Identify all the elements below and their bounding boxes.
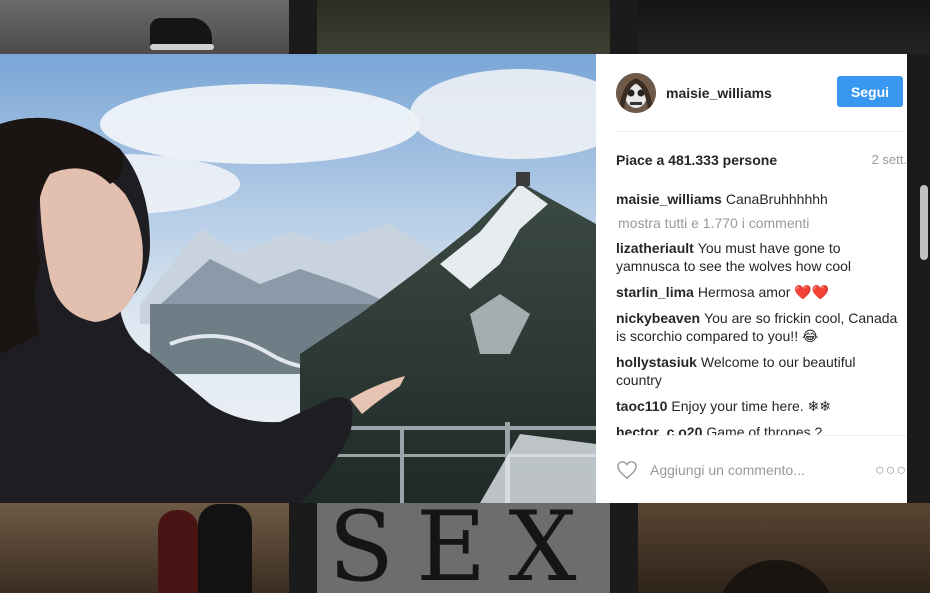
avatar-image [616,72,656,113]
post-header: maisie_williams Segui [616,54,903,132]
comment-username[interactable]: maisie_williams [616,191,722,207]
post-photo-illustration [0,54,596,503]
post-photo[interactable] [0,54,596,503]
post-modal: maisie_williams Segui Piace a 481.333 pe… [0,54,907,503]
comment-text: Game of thrones ? [706,424,823,435]
comment-username[interactable]: taoc110 [616,398,667,414]
comment-username[interactable]: lizatheriault [616,240,694,256]
comment-username[interactable]: nickybeaven [616,310,700,326]
comment-item: starlin_lima Hermosa amor ❤️❤️ [616,283,899,301]
comment-item: hector_c.o20 Game of thrones ? [616,423,899,435]
comment-text: Hermosa amor ❤️❤️ [697,284,830,300]
likes-row: Piace a 481.333 persone 2 sett. [616,152,907,168]
comments-scrollbar-thumb[interactable] [920,185,928,260]
feed-tile-bottom-middle[interactable]: SEX [317,503,610,593]
avatar[interactable] [616,72,656,113]
feed-tile-top-right[interactable] [638,0,930,54]
comment-username[interactable]: hector_c.o20 [616,424,702,435]
comment-text: CanaBruhhhhhh [725,191,828,207]
post-timestamp[interactable]: 2 sett. [872,152,907,168]
feed-tile-top-left[interactable] [0,0,289,54]
comment-username[interactable]: starlin_lima [616,284,694,300]
ellipsis-icon[interactable]: ○○○ [875,462,907,480]
comment-text: Enjoy your time here. ❄❄ [671,398,832,414]
comment-item: taoc110 Enjoy your time here. ❄❄ [616,397,899,415]
heart-outline-icon[interactable] [616,460,638,480]
comment-item: lizatheriault You must have gone to yamnu… [616,239,899,275]
sneaker-sole [150,44,214,50]
tile-text: SEX [328,503,599,593]
post-username[interactable]: maisie_williams [666,85,772,101]
comment-item: hollystasiuk Welcome to our beautiful cou… [616,353,899,389]
feed-photo-person [158,510,198,593]
post-sidebar: maisie_williams Segui Piace a 481.333 pe… [596,54,907,503]
comment-input[interactable] [650,461,850,478]
comments-list[interactable]: maisie_williams CanaBruhhhhhh mostra tutt… [616,190,899,435]
feed-photo-person [198,504,252,593]
show-all-comments-link[interactable]: mostra tutti e 1.770 i commenti [618,215,899,231]
likes-count[interactable]: Piace a 481.333 persone [616,152,777,168]
comment-caption: maisie_williams CanaBruhhhhhh [616,190,899,208]
follow-button[interactable]: Segui [837,76,903,107]
comment-item: nickybeaven You are so frickin cool, Cana… [616,309,899,345]
feed-tile-top-middle[interactable] [317,0,610,54]
comment-footer: ○○○ [616,435,907,503]
comment-username[interactable]: hollystasiuk [616,354,697,370]
